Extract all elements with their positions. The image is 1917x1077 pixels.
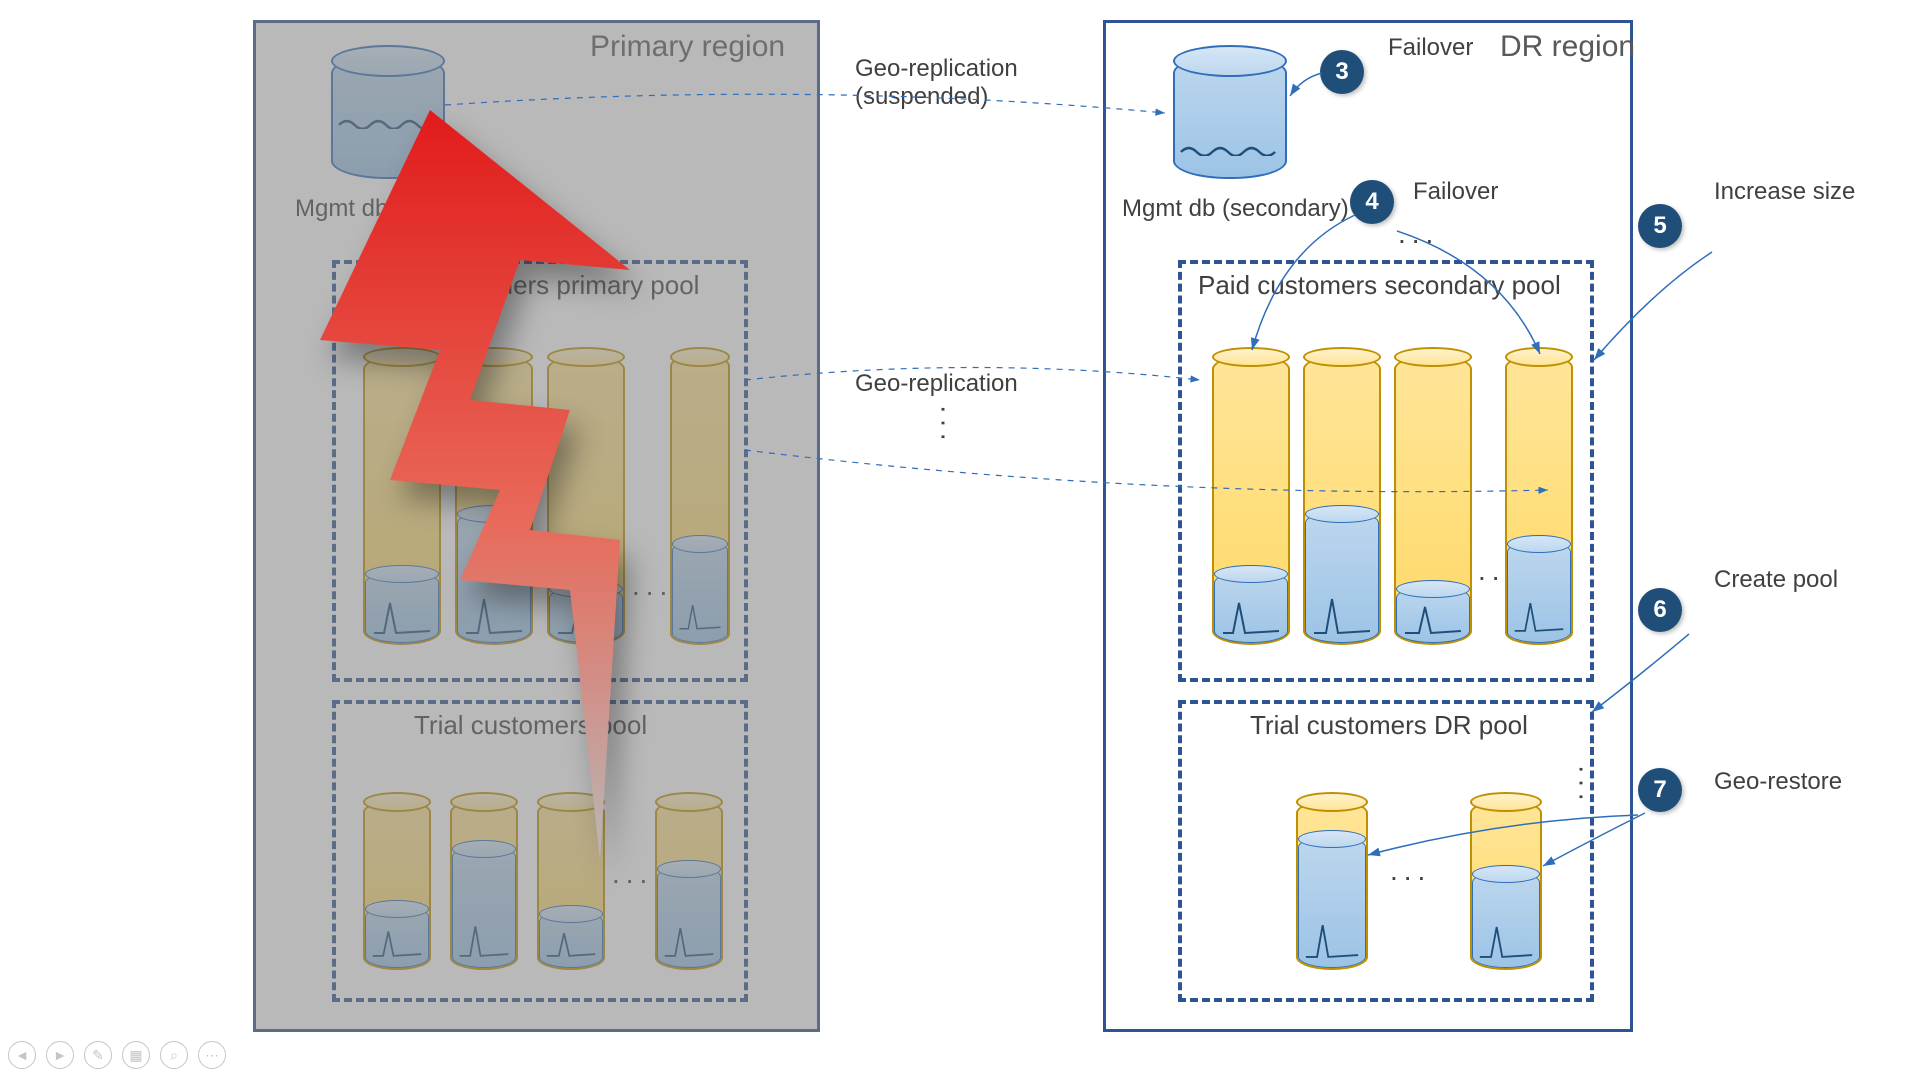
step-5-badge: 5 [1638, 204, 1682, 248]
step-3-label: Failover [1388, 34, 1473, 62]
mgmt-db-secondary-label: Mgmt db (secondary) [1122, 195, 1349, 223]
presentation-toolbar: ◄ ► ✎ ▦ ⌕ ⋯ [8, 1041, 226, 1069]
primary-region-title: Primary region [590, 30, 785, 64]
step-6-badge: 6 [1638, 588, 1682, 632]
mgmt-db-secondary-icon [1173, 55, 1283, 179]
db-tube-icon [1505, 355, 1573, 645]
step-6-label: Create pool [1714, 566, 1838, 594]
dr-trial-pool-title: Trial customers DR pool [1250, 710, 1528, 741]
dr-region-title: DR region [1500, 30, 1635, 64]
db-tube-icon [1394, 355, 1472, 645]
db-tube-icon [1303, 355, 1381, 645]
db-tube-icon [1470, 800, 1542, 970]
step-4-badge: 4 [1350, 180, 1394, 224]
zoom-button[interactable]: ⌕ [160, 1041, 188, 1069]
ellipsis-icon: ... [1390, 855, 1431, 887]
geo-replication-suspended-label: Geo-replication (suspended) [855, 55, 1018, 111]
next-slide-button[interactable]: ► [46, 1041, 74, 1069]
more-options-button[interactable]: ⋯ [198, 1041, 226, 1069]
step-7-label: Geo-restore [1714, 768, 1842, 796]
ellipsis-vertical-icon: ... [935, 405, 967, 446]
ellipsis-vertical-icon: ... [1573, 765, 1605, 806]
slide-show-view-button[interactable]: ▦ [122, 1041, 150, 1069]
pen-button[interactable]: ✎ [84, 1041, 112, 1069]
dr-paid-pool-title: Paid customers secondary pool [1198, 270, 1561, 301]
prev-slide-button[interactable]: ◄ [8, 1041, 36, 1069]
db-tube-icon [1212, 355, 1290, 645]
step-5-label: Increase size [1714, 178, 1855, 206]
diagram-canvas: Primary region Mgmt db (primary) Paid cu… [0, 0, 1917, 1077]
ellipsis-icon: ... [1398, 218, 1439, 250]
outage-lightning-icon [310, 110, 690, 870]
db-tube-icon [1296, 800, 1368, 970]
step-3-badge: 3 [1320, 50, 1364, 94]
step-4-label: Failover [1413, 178, 1498, 206]
step-7-badge: 7 [1638, 768, 1682, 812]
geo-replication-label: Geo-replication [855, 370, 1018, 398]
